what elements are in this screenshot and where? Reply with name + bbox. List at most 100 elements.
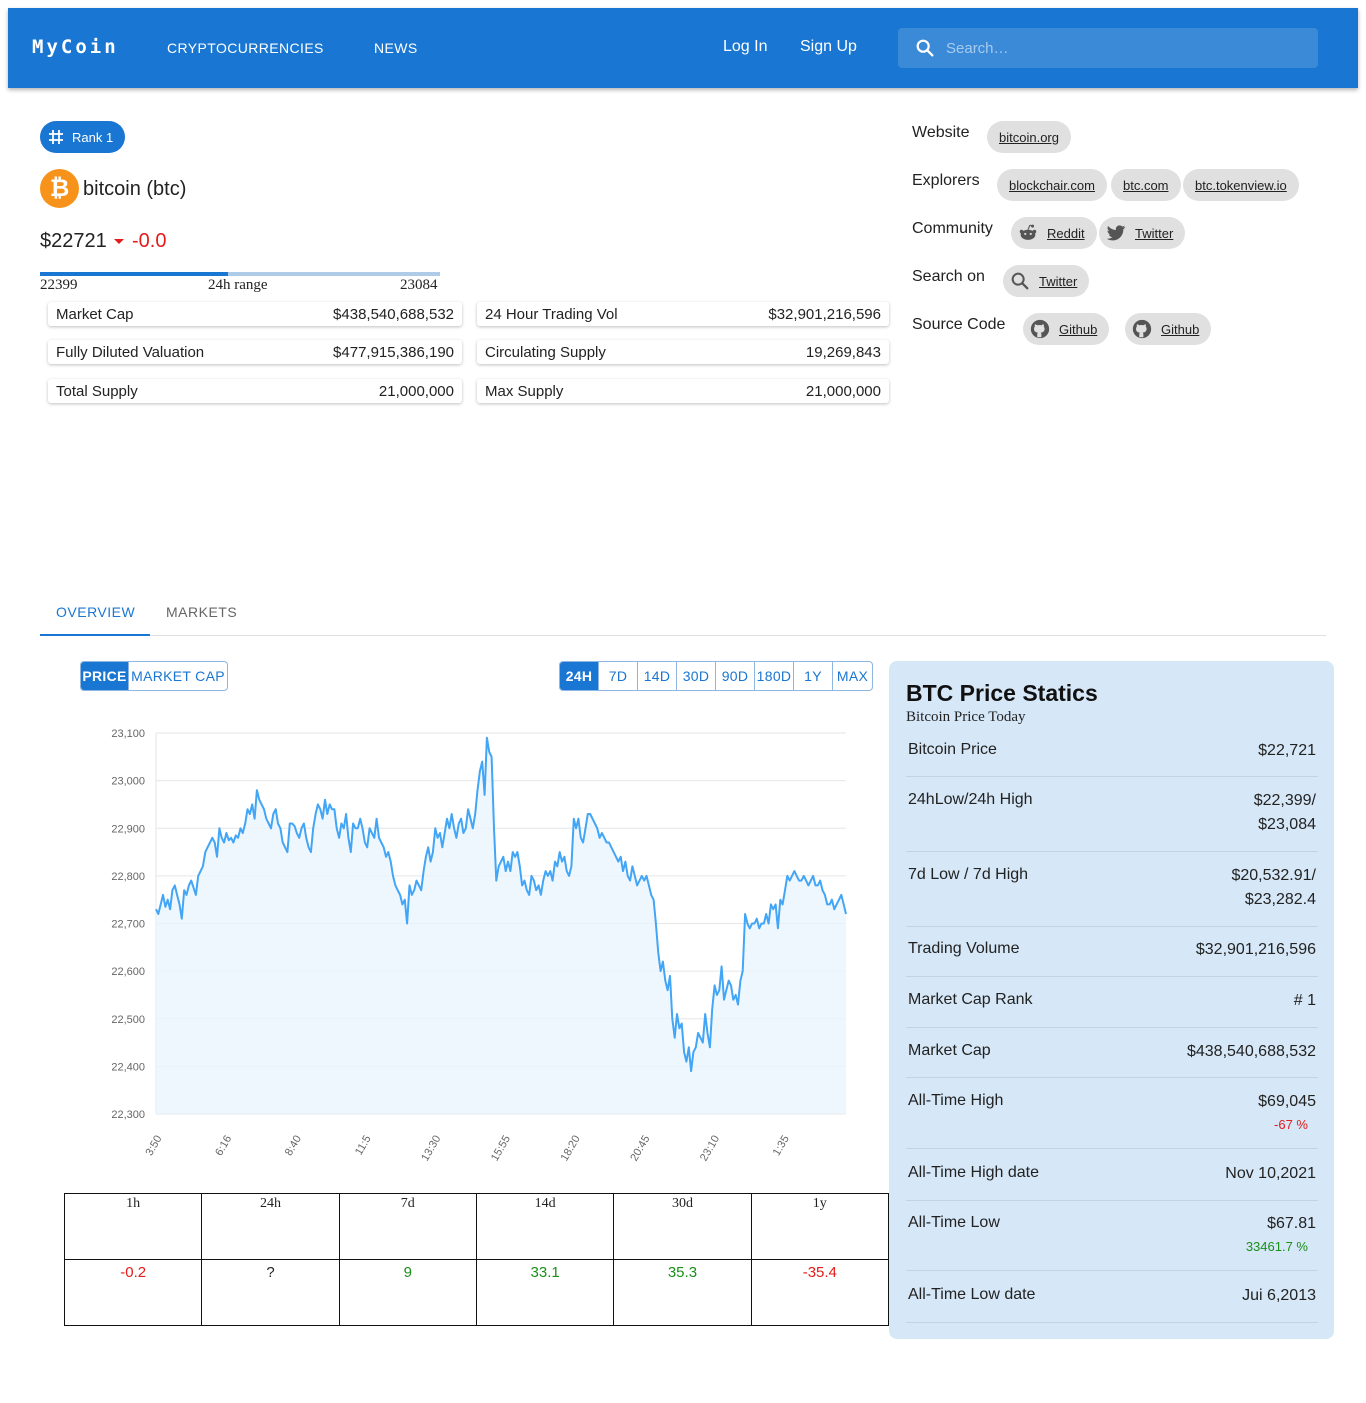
y-tick-label: 22,400 xyxy=(111,1061,145,1073)
panel-title: BTC Price Statics xyxy=(906,680,1098,706)
market-cap-toggle-button[interactable]: MARKET CAP xyxy=(129,662,227,690)
source-code-label: Source Code xyxy=(912,316,1006,333)
row-value: $67.81 xyxy=(1267,1215,1316,1232)
rank-badge: Rank 1 xyxy=(40,121,126,153)
rank-label: Rank 1 xyxy=(72,129,114,145)
row-value: $22,399/ xyxy=(1253,792,1316,809)
x-tick-label: 6:16 xyxy=(213,1134,234,1159)
range-toggle: 24H 7D 14D 30D 90D 180D 1Y MAX xyxy=(559,661,873,691)
y-tick-label: 23,100 xyxy=(111,728,145,740)
stat-market-cap: Market Cap $438,540,688,532 xyxy=(48,302,462,326)
y-tick-label: 23,000 xyxy=(111,776,145,788)
price-statistics-panel: BTC Price Statics Bitcoin Price Today Bi… xyxy=(889,661,1334,1339)
x-tick-label: 3:50 xyxy=(143,1134,164,1159)
value-1h: -0.2 xyxy=(63,1259,203,1326)
row-value: $438,540,688,532 xyxy=(1186,1043,1316,1060)
nav-news[interactable]: NEWS xyxy=(374,40,418,56)
row-all-time-high: All-Time High $69,045 -67 % xyxy=(906,1092,1318,1149)
tab-overview[interactable]: OVERVIEW xyxy=(56,604,135,620)
search-input[interactable] xyxy=(946,38,1306,58)
performance-table: 1h 24h 7d 14d 30d 1y -0.2 ? 9 33.1 35.3 … xyxy=(63,1193,890,1326)
x-tick-label: 23:10 xyxy=(698,1134,722,1164)
row-all-time-high-date: All-Time High date Nov 10,2021 xyxy=(906,1164,1318,1201)
x-tick-label: 8:40 xyxy=(283,1134,304,1159)
signup-button[interactable]: Sign Up xyxy=(800,38,857,56)
price-toggle-button[interactable]: PRICE xyxy=(81,662,129,690)
header-1y: 1y xyxy=(750,1193,890,1260)
stat-value: $477,915,386,190 xyxy=(333,343,454,361)
row-value: $20,532.91/ xyxy=(1231,867,1316,884)
panel-subtitle: Bitcoin Price Today xyxy=(906,709,1026,725)
chip-github-1[interactable]: Github xyxy=(1023,313,1110,345)
app-logo[interactable]: MyCoin xyxy=(32,36,119,58)
range-180d-button[interactable]: 180D xyxy=(755,662,794,690)
performance-header-row: 1h 24h 7d 14d 30d 1y xyxy=(63,1193,890,1260)
value-30d: 35.3 xyxy=(613,1259,752,1326)
row-trading-volume: Trading Volume $32,901,216,596 xyxy=(906,940,1318,977)
chip-label: Reddit xyxy=(1047,225,1085,241)
chip-explorer-tokenview[interactable]: btc.tokenview.io xyxy=(1183,169,1299,201)
chip-label: btc.com xyxy=(1123,177,1169,193)
twitter-icon xyxy=(1106,225,1126,241)
chip-explorer-blockchair[interactable]: blockchair.com xyxy=(997,169,1107,201)
stat-label: Max Supply xyxy=(485,382,564,400)
price-chart[interactable]: 22,300 22,400 22,500 22,600 22,700 22,800 22,9… xyxy=(64,718,864,1168)
tab-markets[interactable]: MARKETS xyxy=(166,604,237,620)
range-bar xyxy=(40,272,440,276)
range-1y-button[interactable]: 1Y xyxy=(794,662,833,690)
header-14d: 14d xyxy=(475,1193,615,1260)
search-box[interactable] xyxy=(898,28,1318,68)
website-label: Website xyxy=(912,124,970,141)
range-90d-button[interactable]: 90D xyxy=(716,662,755,690)
explorers-label: Explorers xyxy=(912,172,980,189)
range-30d-button[interactable]: 30D xyxy=(677,662,716,690)
row-label: All-Time Low xyxy=(908,1214,1000,1231)
chip-reddit[interactable]: Reddit xyxy=(1011,217,1097,249)
row-value: Jui 6,2013 xyxy=(1242,1287,1316,1304)
bitcoin-logo-icon: ₿ xyxy=(40,169,79,208)
row-label: Market Cap xyxy=(908,1042,991,1059)
login-button[interactable]: Log In xyxy=(723,38,767,56)
hash-icon xyxy=(49,130,63,144)
github-icon xyxy=(1132,319,1152,339)
price-change: -0.0 xyxy=(114,230,166,253)
y-tick-label: 22,500 xyxy=(111,1014,145,1026)
value-7d: 9 xyxy=(338,1259,477,1326)
stat-value: $438,540,688,532 xyxy=(333,305,454,323)
y-tick-label: 22,600 xyxy=(111,966,145,978)
chip-github-2[interactable]: Github xyxy=(1125,313,1212,345)
row-value: $32,901,216,596 xyxy=(1195,941,1316,958)
range-24h-button[interactable]: 24H xyxy=(560,662,599,690)
row-value: $22,721 xyxy=(1258,742,1316,759)
range-max-button[interactable]: MAX xyxy=(833,662,872,690)
chip-website[interactable]: bitcoin.org xyxy=(987,121,1071,153)
header-1h: 1h xyxy=(63,1193,203,1260)
range-7d-button[interactable]: 7D xyxy=(599,662,638,690)
row-market-cap-rank: Market Cap Rank # 1 xyxy=(906,991,1318,1028)
stat-value: 21,000,000 xyxy=(805,382,881,400)
coin-price: $22721 xyxy=(40,230,107,252)
x-tick-label: 18:20 xyxy=(559,1134,583,1164)
range-14d-button[interactable]: 14D xyxy=(638,662,677,690)
range-label: 24h range xyxy=(208,277,268,293)
chip-explorer-btc[interactable]: btc.com xyxy=(1111,169,1181,201)
metric-toggle: PRICE MARKET CAP xyxy=(80,661,228,691)
x-tick-label: 20:45 xyxy=(628,1134,652,1164)
row-label: All-Time Low date xyxy=(908,1286,1036,1303)
row-percent: 33461.7 % xyxy=(1245,1239,1308,1254)
search-icon xyxy=(1011,272,1029,290)
row-label: Market Cap Rank xyxy=(908,991,1033,1008)
chip-search-twitter[interactable]: Twitter xyxy=(1003,265,1090,297)
chip-label: blockchair.com xyxy=(1009,177,1095,193)
row-label: All-Time High date xyxy=(908,1164,1040,1181)
stat-circulating-supply: Circulating Supply 19,269,843 xyxy=(477,340,889,364)
tab-indicator xyxy=(40,634,150,636)
row-percent: -67 % xyxy=(1274,1117,1308,1132)
chip-label: Twitter xyxy=(1039,273,1078,289)
nav-cryptocurrencies[interactable]: CRYPTOCURRENCIES xyxy=(167,40,324,56)
chip-label: Github xyxy=(1161,321,1200,337)
header-7d: 7d xyxy=(338,1193,477,1260)
chip-twitter[interactable]: Twitter xyxy=(1099,217,1186,249)
value-1y: -35.4 xyxy=(750,1259,890,1326)
range-low: 22399 xyxy=(40,277,78,293)
